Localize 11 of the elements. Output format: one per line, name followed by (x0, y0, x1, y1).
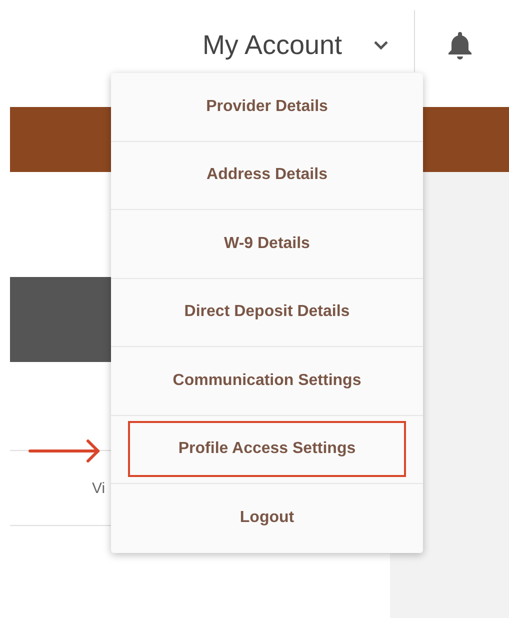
bell-icon[interactable] (447, 30, 473, 60)
menu-item[interactable]: Direct Deposit Details (182, 301, 352, 324)
chevron-down-icon[interactable] (372, 39, 390, 51)
menu-item[interactable]: Logout (238, 507, 296, 530)
menu-item[interactable]: Address Details (204, 164, 330, 186)
account-menu-label[interactable]: My Account (202, 30, 342, 60)
menu-item[interactable]: Profile Access Settings (128, 421, 406, 478)
menu-item[interactable]: Provider Details (204, 96, 330, 118)
menu-item[interactable]: Communication Settings (170, 370, 364, 392)
menu-item[interactable]: W-9 Details (222, 232, 312, 255)
table-cell: Vi (92, 480, 106, 496)
